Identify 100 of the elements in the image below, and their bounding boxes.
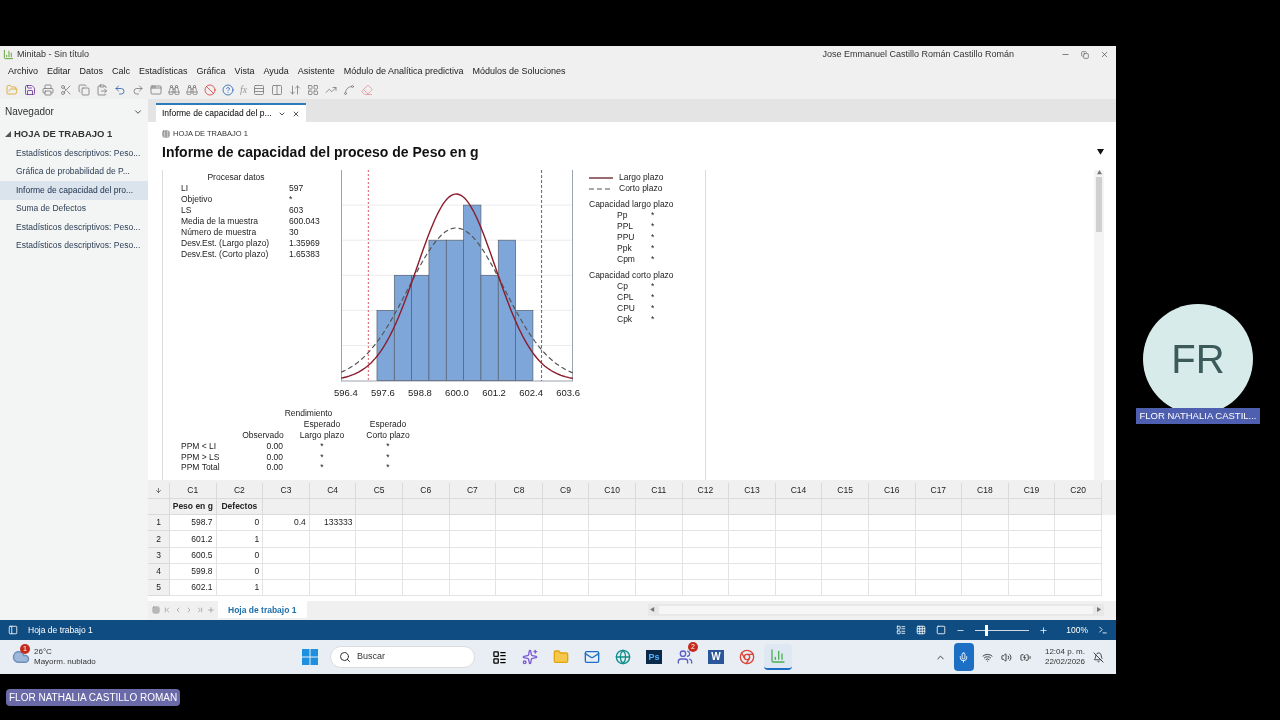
column-name-cell[interactable] xyxy=(542,499,590,515)
table-cell[interactable] xyxy=(729,547,776,564)
table-cell[interactable] xyxy=(962,515,1009,532)
table-cell[interactable] xyxy=(915,547,963,564)
table-cell[interactable] xyxy=(542,531,590,548)
table-cell[interactable] xyxy=(635,580,683,597)
table-cell[interactable] xyxy=(868,515,916,532)
column-name-cell[interactable] xyxy=(402,499,450,515)
table-cell[interactable] xyxy=(542,563,590,581)
table-cell[interactable]: 0 xyxy=(216,563,264,581)
column-name-cell[interactable] xyxy=(449,499,497,515)
navigator-item[interactable]: Estadísticos descriptivos: Peso... xyxy=(0,218,148,237)
column-name-cell[interactable] xyxy=(635,499,683,515)
navigator-item[interactable]: Informe de capacidad del pro... xyxy=(0,181,148,200)
direction-arrow-icon[interactable] xyxy=(155,487,162,494)
navigator-item[interactable]: Suma de Defectos xyxy=(0,199,148,218)
menu-item[interactable]: Datos xyxy=(79,64,104,79)
table-cell[interactable]: 599.8 xyxy=(170,563,217,581)
wifi-icon[interactable] xyxy=(981,651,993,663)
taskbar-app[interactable]: Ps xyxy=(640,644,668,670)
table-cell[interactable]: 602.1 xyxy=(170,580,217,597)
save-icon[interactable] xyxy=(24,83,36,96)
column-name-cell[interactable] xyxy=(496,499,543,515)
table-cell[interactable] xyxy=(1055,563,1102,581)
table-cell[interactable]: 0.4 xyxy=(263,515,310,532)
table-cell[interactable] xyxy=(775,547,823,564)
speaker-icon[interactable] xyxy=(1000,651,1012,663)
column-name-cell[interactable] xyxy=(775,499,823,515)
sheet-tab[interactable]: Hoja de trabajo 1 xyxy=(218,601,307,619)
table-cell[interactable]: 1 xyxy=(216,531,264,548)
menu-item[interactable]: Calc xyxy=(112,64,131,79)
binoculars-icon[interactable] xyxy=(168,83,180,96)
table-cell[interactable] xyxy=(496,580,543,597)
table-cell[interactable] xyxy=(635,531,683,548)
table-cell[interactable] xyxy=(962,563,1009,581)
table-cell[interactable] xyxy=(915,580,963,597)
vertical-scrollbar[interactable] xyxy=(1094,170,1104,480)
column-name-cell[interactable] xyxy=(682,499,730,515)
table-cell[interactable] xyxy=(682,563,730,581)
column-name-cell[interactable] xyxy=(962,499,1009,515)
table-cell[interactable] xyxy=(356,563,403,581)
menu-item[interactable]: Editar xyxy=(47,64,71,79)
table-cell[interactable] xyxy=(309,580,357,597)
table-cell[interactable] xyxy=(1008,515,1056,532)
menu-item[interactable]: Módulo de Analítica predictiva xyxy=(343,64,464,79)
close-icon[interactable] xyxy=(1100,50,1109,59)
report-tab[interactable]: Informe de capacidad del p... xyxy=(156,103,306,122)
table-cell[interactable] xyxy=(589,563,636,581)
column-name-cell[interactable] xyxy=(309,499,357,515)
table-cell[interactable] xyxy=(1055,531,1102,548)
table-cell[interactable] xyxy=(822,547,869,564)
column-name-cell[interactable] xyxy=(356,499,403,515)
table-cell[interactable] xyxy=(449,547,497,564)
menu-item[interactable]: Gráfica xyxy=(196,64,226,79)
menu-item[interactable]: Archivo xyxy=(8,64,38,79)
table-cell[interactable] xyxy=(1008,547,1056,564)
table-cell[interactable] xyxy=(589,515,636,532)
navigator-item[interactable]: Gráfica de probabilidad de P... xyxy=(0,162,148,181)
table-cell[interactable] xyxy=(635,515,683,532)
table-cell[interactable] xyxy=(589,547,636,564)
column-name-cell[interactable] xyxy=(729,499,776,515)
table-cell[interactable] xyxy=(449,563,497,581)
table-cell[interactable] xyxy=(915,515,963,532)
table-cell[interactable]: 601.2 xyxy=(170,531,217,548)
copy-icon[interactable] xyxy=(78,83,90,96)
table-cell[interactable] xyxy=(635,563,683,581)
table-cell[interactable] xyxy=(1008,580,1056,597)
taskbar-app[interactable]: W xyxy=(702,644,730,670)
column-name-cell[interactable] xyxy=(263,499,310,515)
column-name-cell[interactable] xyxy=(822,499,869,515)
table-cell[interactable] xyxy=(309,563,357,581)
scroll-left-icon[interactable] xyxy=(650,607,655,613)
navigator-item[interactable]: Estadísticos descriptivos: Peso... xyxy=(0,144,148,163)
menu-item[interactable]: Ayuda xyxy=(263,64,289,79)
table-cell[interactable] xyxy=(822,563,869,581)
table-cell[interactable] xyxy=(775,563,823,581)
microphone-button[interactable] xyxy=(953,643,974,671)
table-cell[interactable] xyxy=(682,515,730,532)
table-cell[interactable] xyxy=(1055,580,1102,597)
table-cell[interactable]: 0 xyxy=(216,547,264,564)
stop-icon[interactable] xyxy=(204,83,216,96)
table-cell[interactable] xyxy=(775,531,823,548)
table-cell[interactable] xyxy=(496,515,543,532)
table-cell[interactable]: 0 xyxy=(216,515,264,532)
table-cell[interactable] xyxy=(402,531,450,548)
table-cell[interactable] xyxy=(822,531,869,548)
binoculars-icon[interactable] xyxy=(186,83,198,96)
table-cell[interactable] xyxy=(868,580,916,597)
navigator-item[interactable]: Estadísticos descriptivos: Peso... xyxy=(0,236,148,255)
table-cell[interactable] xyxy=(449,580,497,597)
close-icon[interactable] xyxy=(291,109,300,118)
last-icon[interactable] xyxy=(196,606,204,614)
scroll-right-icon[interactable] xyxy=(1097,607,1102,613)
table-cell[interactable] xyxy=(729,580,776,597)
table-cell[interactable] xyxy=(496,547,543,564)
table-cell[interactable] xyxy=(496,531,543,548)
square-icon[interactable] xyxy=(936,625,947,635)
table-cell[interactable] xyxy=(822,515,869,532)
battery-icon[interactable] xyxy=(1019,651,1031,663)
table-cell[interactable] xyxy=(635,547,683,564)
